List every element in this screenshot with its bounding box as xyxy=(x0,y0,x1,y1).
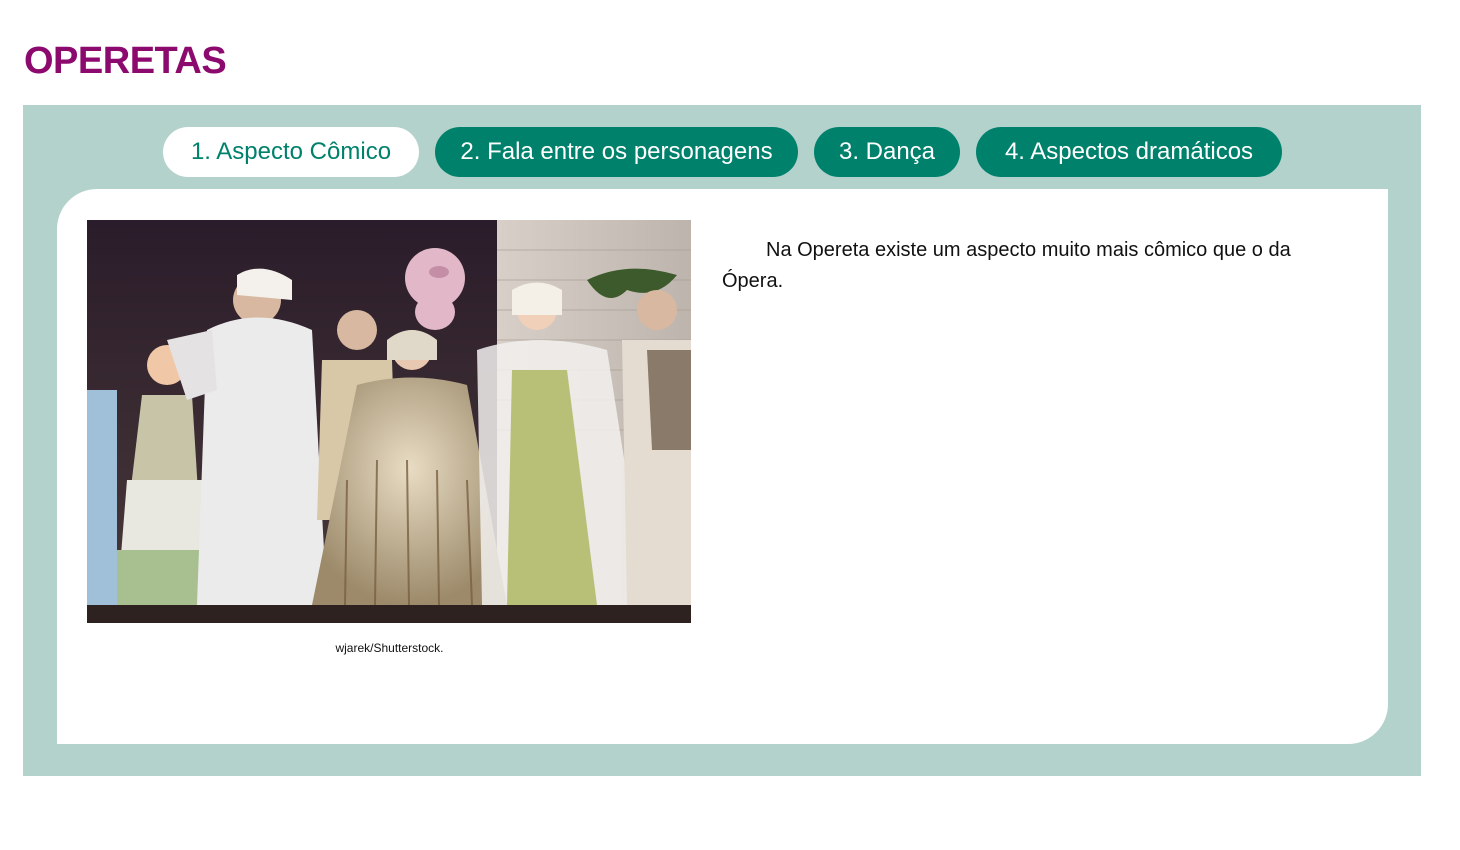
page-title: OPERETAS xyxy=(24,40,227,82)
page: OPERETAS 1. Aspecto Cômico 2. Fala entre… xyxy=(0,0,1460,850)
photo-caption: wjarek/Shutterstock. xyxy=(335,641,444,655)
operetta-stage-photo xyxy=(87,220,691,623)
tab-bar: 1. Aspecto Cômico 2. Fala entre os perso… xyxy=(23,127,1421,179)
tab-panel: 1. Aspecto Cômico 2. Fala entre os perso… xyxy=(23,105,1421,776)
tab-aspectos-dramaticos[interactable]: 4. Aspectos dramáticos xyxy=(976,127,1282,177)
tab-fala-entre-personagens[interactable]: 2. Fala entre os personagens xyxy=(435,127,798,177)
body-text: Na Opereta existe um aspecto muito mais … xyxy=(722,239,1291,292)
tab-aspecto-comico[interactable]: 1. Aspecto Cômico xyxy=(163,127,419,177)
tab-danca[interactable]: 3. Dança xyxy=(814,127,960,177)
figure: wjarek/Shutterstock. xyxy=(87,220,692,655)
content-card: wjarek/Shutterstock. Na Opereta existe u… xyxy=(57,189,1388,744)
